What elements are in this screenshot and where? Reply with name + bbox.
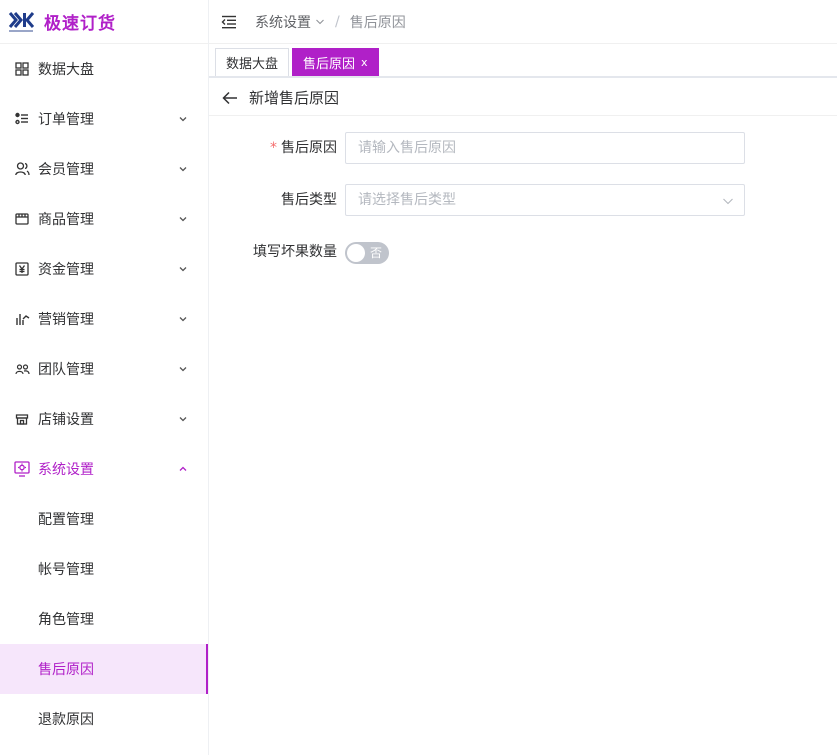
sidebar-item-team[interactable]: 团队管理: [0, 344, 208, 394]
chevron-down-icon: [179, 217, 187, 222]
sidebar-subitem-label: 帐号管理: [38, 562, 94, 578]
arrow-left-icon: [222, 91, 237, 104]
team-icon: [14, 361, 30, 377]
sidebar-subitem-label: 角色管理: [38, 612, 94, 628]
bad-count-label: 填写坏果数量: [253, 244, 337, 260]
chevron-down-icon: [179, 117, 187, 122]
sidebar-item-label: 会员管理: [38, 162, 94, 178]
tab-label: 数据大盘: [226, 57, 279, 72]
page-title: 新增售后原因: [249, 89, 340, 107]
grid-icon: [14, 61, 30, 77]
chevron-down-icon: [179, 367, 187, 372]
breadcrumb-separator: /: [335, 13, 340, 30]
sidebar-item-system-settings[interactable]: 系统设置: [0, 444, 208, 494]
list-icon: [14, 111, 30, 127]
sidebar-subitem-label: 退款原因: [38, 712, 94, 728]
sidebar-item-label: 数据大盘: [38, 62, 94, 78]
type-label: 售后类型: [281, 192, 337, 208]
chevron-up-icon: [179, 466, 187, 471]
sidebar-subitem-label: 配置管理: [38, 512, 94, 528]
form-row-type: 售后类型 请选择售后类型: [209, 184, 837, 216]
reason-label-text: 售后原因: [281, 140, 337, 156]
toggle-text: 否: [369, 246, 382, 260]
sidebar-item-label: 订单管理: [38, 112, 94, 128]
sidebar-item-label: 资金管理: [38, 262, 94, 278]
sidebar-subitem-config[interactable]: 配置管理: [0, 494, 208, 544]
sidebar-item-label: 营销管理: [38, 312, 94, 328]
yen-icon: [14, 261, 30, 277]
brand-name: 极速订货: [44, 14, 116, 34]
sidebar-item-products[interactable]: 商品管理: [0, 194, 208, 244]
breadcrumb: 系统设置 / 售后原因: [255, 12, 406, 32]
reason-input[interactable]: [345, 132, 745, 164]
page-tabs: 数据大盘 售后原因 x: [209, 44, 837, 78]
sidebar-item-label: 团队管理: [38, 362, 94, 378]
chart-icon: [14, 311, 30, 327]
sidebar-subitem-roles[interactable]: 角色管理: [0, 594, 208, 644]
sidebar-item-marketing[interactable]: 营销管理: [0, 294, 208, 344]
bad-count-toggle[interactable]: 否: [345, 242, 389, 264]
back-button[interactable]: [221, 89, 239, 107]
required-mark: *: [270, 140, 277, 156]
sidebar-subitem-refund-reasons[interactable]: 退款原因: [0, 694, 208, 744]
reason-label: * 售后原因: [270, 132, 337, 164]
toggle-knob: [347, 244, 365, 262]
type-select-placeholder: 请选择售后类型: [358, 192, 456, 208]
chevron-down-icon: [179, 167, 187, 172]
sidebar-item-label: 店铺设置: [38, 412, 94, 428]
chevron-down-icon: [179, 417, 187, 422]
type-select[interactable]: 请选择售后类型: [345, 184, 745, 216]
indent-icon: [221, 15, 236, 28]
tab-dashboard[interactable]: 数据大盘: [215, 48, 290, 76]
box-icon: [14, 211, 30, 227]
tab-close-button[interactable]: x: [361, 56, 368, 69]
sidebar-subitem-aftersale-reasons[interactable]: 售后原因: [0, 644, 208, 694]
chevron-down-icon: [179, 267, 187, 272]
top-header: 系统设置 / 售后原因: [209, 0, 837, 44]
logo: 极速订货: [0, 0, 208, 44]
breadcrumb-item-system-settings[interactable]: 系统设置: [255, 12, 311, 32]
sidebar-subitem-label: 售后原因: [38, 662, 94, 678]
sidebar-item-orders[interactable]: 订单管理: [0, 94, 208, 144]
tab-aftersale-reasons[interactable]: 售后原因 x: [292, 48, 379, 76]
chevron-down-icon: [316, 19, 324, 24]
brand-logo-icon: [8, 11, 34, 33]
chevron-down-icon: [723, 198, 733, 205]
settings-screen-icon: [14, 461, 30, 477]
sidebar-subitem-accounts[interactable]: 帐号管理: [0, 544, 208, 594]
form-row-reason: * 售后原因: [209, 132, 837, 164]
store-icon: [14, 411, 30, 427]
users-icon: [14, 161, 30, 177]
app-window: 极速订货 数据大盘 订单管理 会员管理 商品管理 资金管理 营销管理 团队管理 …: [0, 0, 837, 755]
sidebar-item-finance[interactable]: 资金管理: [0, 244, 208, 294]
sidebar-collapse-button[interactable]: [219, 12, 239, 32]
tab-label: 售后原因: [303, 57, 356, 72]
page-header: 新增售后原因: [209, 80, 837, 116]
sidebar: 极速订货 数据大盘 订单管理 会员管理 商品管理 资金管理 营销管理 团队管理 …: [0, 0, 209, 755]
breadcrumb-item-current: 售后原因: [349, 14, 406, 31]
chevron-down-icon: [179, 317, 187, 322]
sidebar-item-label: 系统设置: [38, 462, 94, 478]
sidebar-item-store[interactable]: 店铺设置: [0, 394, 208, 444]
aftersale-reason-form: *售后原因 售后类型 请选择售后类型 填写坏果数量 否: [209, 132, 837, 288]
sidebar-item-dashboard[interactable]: 数据大盘: [0, 44, 208, 94]
sidebar-item-label: 商品管理: [38, 212, 94, 228]
sidebar-item-members[interactable]: 会员管理: [0, 144, 208, 194]
form-row-bad-count: 填写坏果数量 否: [209, 236, 837, 268]
